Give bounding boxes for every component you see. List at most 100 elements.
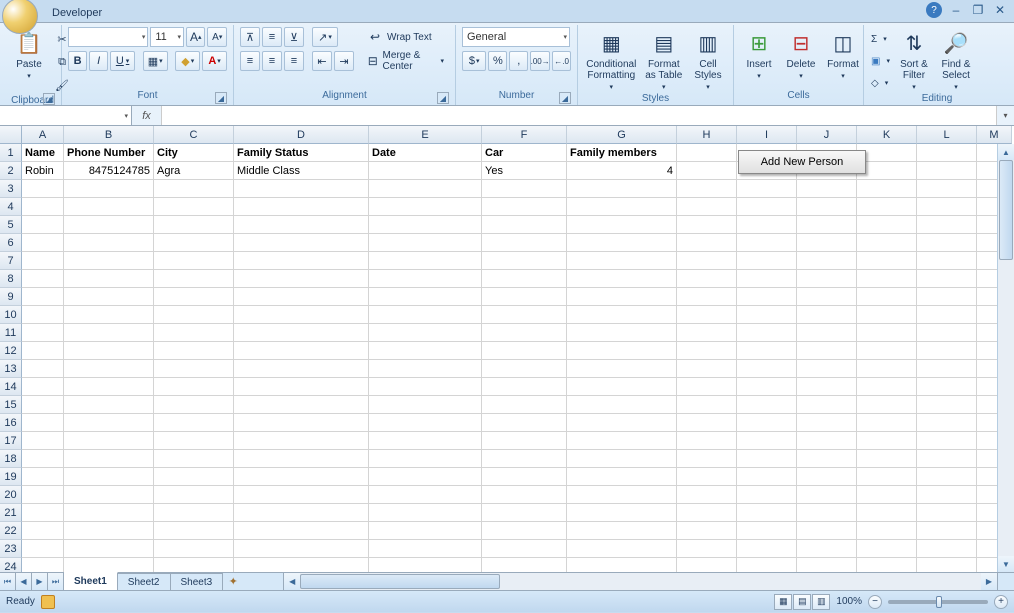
cell-C12[interactable] <box>154 342 234 360</box>
align-right-button[interactable]: ≡ <box>284 51 304 71</box>
cell-I5[interactable] <box>737 216 797 234</box>
cell-E13[interactable] <box>369 360 482 378</box>
cell-C11[interactable] <box>154 324 234 342</box>
row-header-13[interactable]: 13 <box>0 360 22 378</box>
cell-F7[interactable] <box>482 252 567 270</box>
cell-E8[interactable] <box>369 270 482 288</box>
cell-F3[interactable] <box>482 180 567 198</box>
cell-K16[interactable] <box>857 414 917 432</box>
number-format-combo[interactable]: General▾ <box>462 27 570 47</box>
row-header-19[interactable]: 19 <box>0 468 22 486</box>
cell-J3[interactable] <box>797 180 857 198</box>
cell-A12[interactable] <box>22 342 64 360</box>
zoom-level[interactable]: 100% <box>836 596 862 607</box>
cell-A8[interactable] <box>22 270 64 288</box>
cell-E21[interactable] <box>369 504 482 522</box>
cell-K7[interactable] <box>857 252 917 270</box>
cell-L12[interactable] <box>917 342 977 360</box>
cell-I19[interactable] <box>737 468 797 486</box>
cell-D14[interactable] <box>234 378 369 396</box>
cell-B13[interactable] <box>64 360 154 378</box>
cell-D16[interactable] <box>234 414 369 432</box>
row-header-18[interactable]: 18 <box>0 450 22 468</box>
cell-K20[interactable] <box>857 486 917 504</box>
cell-L7[interactable] <box>917 252 977 270</box>
zoom-slider[interactable] <box>888 600 988 604</box>
cell-K14[interactable] <box>857 378 917 396</box>
cell-F11[interactable] <box>482 324 567 342</box>
increase-indent-button[interactable]: ⇥ <box>334 51 354 71</box>
cell-A17[interactable] <box>22 432 64 450</box>
cell-K12[interactable] <box>857 342 917 360</box>
sheet-nav-last[interactable]: ⏭ <box>48 573 64 590</box>
cell-E19[interactable] <box>369 468 482 486</box>
cell-B12[interactable] <box>64 342 154 360</box>
cell-H12[interactable] <box>677 342 737 360</box>
cell-G23[interactable] <box>567 540 677 558</box>
cell-F12[interactable] <box>482 342 567 360</box>
cell-G14[interactable] <box>567 378 677 396</box>
cell-J7[interactable] <box>797 252 857 270</box>
cell-C19[interactable] <box>154 468 234 486</box>
cell-A15[interactable] <box>22 396 64 414</box>
page-break-view-button[interactable]: ▥ <box>812 594 830 610</box>
format-as-table-button[interactable]: ▤Format as Table▾ <box>643 27 685 93</box>
cell-I7[interactable] <box>737 252 797 270</box>
cell-G19[interactable] <box>567 468 677 486</box>
minimize-button[interactable]: – <box>948 2 964 18</box>
cell-J20[interactable] <box>797 486 857 504</box>
cell-I15[interactable] <box>737 396 797 414</box>
cell-H20[interactable] <box>677 486 737 504</box>
cell-F22[interactable] <box>482 522 567 540</box>
align-center-button[interactable]: ≡ <box>262 51 282 71</box>
cell-F2[interactable]: Yes <box>482 162 567 180</box>
cell-J18[interactable] <box>797 450 857 468</box>
cell-B14[interactable] <box>64 378 154 396</box>
find-select-button[interactable]: 🔎Find & Select▾ <box>937 27 975 93</box>
cell-K17[interactable] <box>857 432 917 450</box>
cell-C17[interactable] <box>154 432 234 450</box>
cell-J16[interactable] <box>797 414 857 432</box>
row-header-8[interactable]: 8 <box>0 270 22 288</box>
cell-A9[interactable] <box>22 288 64 306</box>
cell-G17[interactable] <box>567 432 677 450</box>
cell-C14[interactable] <box>154 378 234 396</box>
cell-C5[interactable] <box>154 216 234 234</box>
sheet-tab-sheet3[interactable]: Sheet3 <box>171 573 224 590</box>
cell-G12[interactable] <box>567 342 677 360</box>
cell-I16[interactable] <box>737 414 797 432</box>
cell-L19[interactable] <box>917 468 977 486</box>
fill-color-button[interactable]: ◆▾ <box>175 51 200 71</box>
zoom-in-button[interactable]: + <box>994 595 1008 609</box>
cell-K9[interactable] <box>857 288 917 306</box>
number-dialog-launcher[interactable]: ◢ <box>559 92 571 104</box>
cell-E22[interactable] <box>369 522 482 540</box>
column-header-M[interactable]: M <box>977 126 1012 144</box>
cell-L23[interactable] <box>917 540 977 558</box>
cell-L6[interactable] <box>917 234 977 252</box>
cell-H4[interactable] <box>677 198 737 216</box>
cell-B19[interactable] <box>64 468 154 486</box>
align-bottom-button[interactable]: ⊻ <box>284 27 304 47</box>
horizontal-scrollbar[interactable]: ◀ ▶ <box>283 573 997 590</box>
autosum-button[interactable]: Σ▾ <box>870 29 891 49</box>
horizontal-scroll-thumb[interactable] <box>300 574 500 589</box>
cell-B2[interactable]: 8475124785 <box>64 162 154 180</box>
cell-C8[interactable] <box>154 270 234 288</box>
cell-F19[interactable] <box>482 468 567 486</box>
cell-L11[interactable] <box>917 324 977 342</box>
cell-C2[interactable]: Agra <box>154 162 234 180</box>
cell-H1[interactable] <box>677 144 737 162</box>
cell-I6[interactable] <box>737 234 797 252</box>
cell-F4[interactable] <box>482 198 567 216</box>
name-box[interactable]: ▾ <box>0 106 132 125</box>
cell-J5[interactable] <box>797 216 857 234</box>
cell-A18[interactable] <box>22 450 64 468</box>
cell-C22[interactable] <box>154 522 234 540</box>
cell-B17[interactable] <box>64 432 154 450</box>
cell-B9[interactable] <box>64 288 154 306</box>
currency-button[interactable]: $▾ <box>462 51 486 71</box>
scroll-left-button[interactable]: ◀ <box>284 573 300 590</box>
cell-A4[interactable] <box>22 198 64 216</box>
comma-button[interactable]: , <box>509 51 528 71</box>
